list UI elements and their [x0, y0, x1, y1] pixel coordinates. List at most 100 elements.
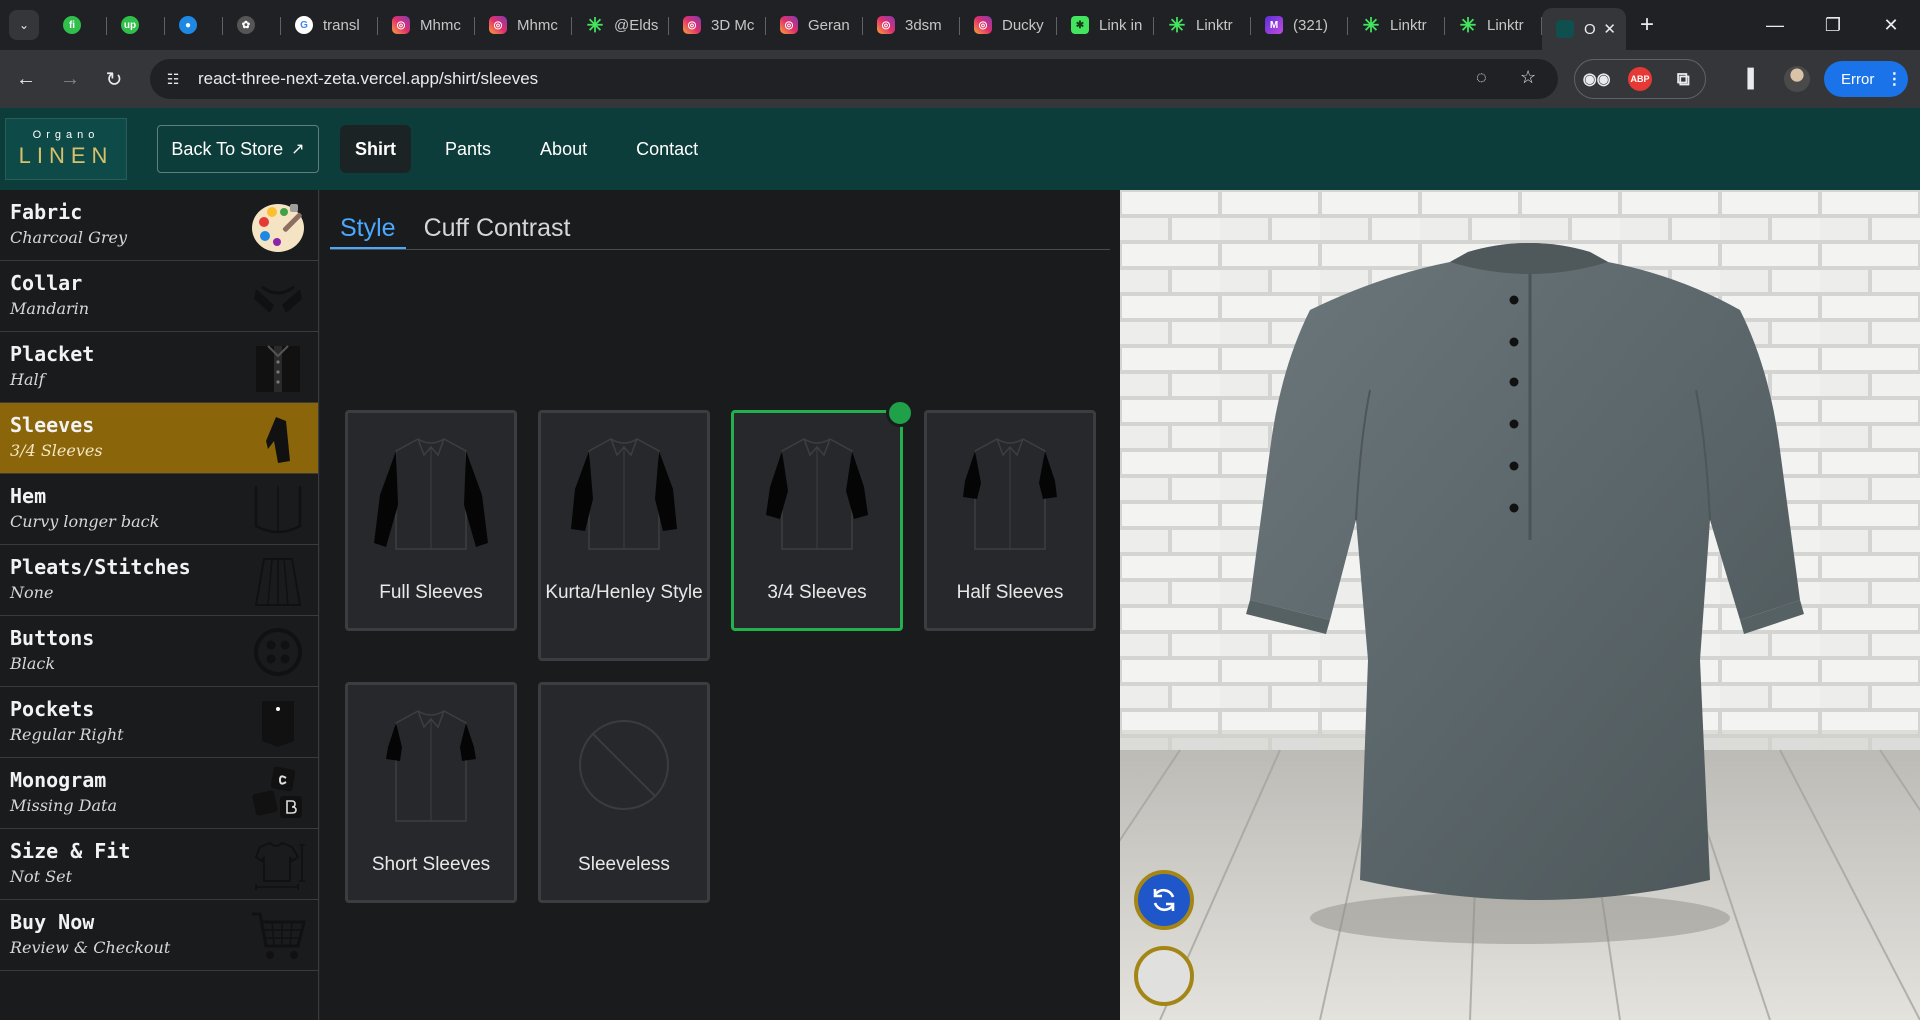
customization-sidebar: Fabric Charcoal Grey Collar Mandarin Pla…: [0, 190, 319, 1020]
bookmark-star-icon[interactable]: ☆: [1520, 67, 1536, 88]
logo-top-text: Organo: [32, 129, 100, 141]
sidebar-item-sleeves[interactable]: Sleeves 3/4 Sleeves: [0, 403, 318, 474]
nav-contact[interactable]: Contact: [621, 125, 713, 173]
back-to-store-button[interactable]: Back To Store ↗: [157, 125, 319, 173]
adblock-extension-icon[interactable]: ABP: [1627, 67, 1652, 91]
reload-icon[interactable]: ↻: [96, 61, 132, 97]
option-short-sleeves[interactable]: Short Sleeves: [345, 682, 517, 903]
browser-tab-active[interactable]: O ✕: [1542, 8, 1626, 50]
new-tab-button[interactable]: +: [1640, 11, 1654, 39]
sidebar-item-buttons[interactable]: Buttons Black: [0, 616, 318, 687]
close-window-button[interactable]: ✕: [1862, 0, 1920, 50]
tab-title: transl: [323, 16, 360, 34]
option-full-sleeves[interactable]: Full Sleeves: [345, 410, 517, 631]
browser-tab[interactable]: ◎ Ducky: [960, 7, 1057, 43]
sidebar-item-collar[interactable]: Collar Mandarin: [0, 261, 318, 332]
browser-tab[interactable]: ◎ 3dsm: [863, 7, 960, 43]
app: Organo LINEN Back To Store ↗ Shirt Pants…: [0, 108, 1920, 1020]
address-bar[interactable]: ☷ react-three-next-zeta.vercel.app/shirt…: [150, 59, 1558, 99]
browser-tab[interactable]: Gtransl: [281, 7, 378, 43]
browser-tab[interactable]: up: [107, 7, 165, 43]
close-tab-icon[interactable]: ✕: [1603, 20, 1616, 38]
option-kurta-henley[interactable]: Kurta/Henley Style: [538, 410, 710, 661]
browser-tab[interactable]: ●: [165, 7, 223, 43]
browser-tab[interactable]: ◎ Mhmc: [378, 7, 475, 43]
tab-style[interactable]: Style: [330, 204, 406, 249]
browser-tab[interactable]: ✳ Linktr: [1348, 7, 1445, 43]
environment-toggle-button[interactable]: [1134, 946, 1194, 1006]
pocket-icon: [250, 695, 306, 751]
browser-tab[interactable]: ◎ Mhmc: [475, 7, 572, 43]
tab-search-button[interactable]: ⌄: [9, 10, 39, 40]
browser-tab[interactable]: ✱ Link in: [1057, 7, 1154, 43]
linktree-icon: ✳: [586, 14, 604, 37]
profile-error-button[interactable]: Error ⋮: [1824, 61, 1908, 97]
option-three-quarter-sleeves[interactable]: 3/4 Sleeves: [731, 399, 914, 631]
selected-indicator-icon: [886, 399, 914, 427]
site-header: Organo LINEN Back To Store ↗ Shirt Pants…: [0, 108, 1920, 190]
eye-off-icon[interactable]: ◌: [1476, 67, 1487, 88]
browser-tab[interactable]: fi: [49, 7, 107, 43]
forward-arrow-icon[interactable]: →: [52, 61, 88, 97]
chatgpt-icon: ✿: [237, 16, 255, 34]
menu-dots-icon: ⋮: [1886, 71, 1903, 88]
browser-tab[interactable]: ✳ Linktr: [1154, 7, 1251, 43]
tab-title: O: [1584, 20, 1596, 38]
browser-tab[interactable]: ✿: [223, 7, 281, 43]
error-label: Error: [1841, 70, 1875, 88]
browser-tab[interactable]: ✳ @Elds: [572, 7, 669, 43]
sidebar-item-pleats[interactable]: Pleats/Stitches None: [0, 545, 318, 616]
instagram-icon: ◎: [877, 16, 895, 34]
logo[interactable]: Organo LINEN: [5, 118, 127, 180]
sidebar-item-monogram[interactable]: Monogram Missing Data: [0, 758, 318, 829]
circle-app-icon: ●: [179, 16, 197, 34]
option-half-sleeves[interactable]: Half Sleeves: [924, 410, 1096, 631]
size-fit-icon: [250, 837, 306, 893]
instagram-icon: ◎: [489, 16, 507, 34]
short-sleeves-icon: [386, 710, 476, 822]
url-text[interactable]: react-three-next-zeta.vercel.app/shirt/s…: [198, 69, 538, 89]
browser-tab[interactable]: M (321): [1251, 7, 1348, 43]
tab-cuff-contrast[interactable]: Cuff Contrast: [414, 204, 581, 249]
tab-title: Linktr: [1390, 16, 1427, 34]
sidebar-item-placket[interactable]: Placket Half: [0, 332, 318, 403]
full-sleeves-icon: [374, 438, 488, 550]
back-arrow-icon[interactable]: ←: [8, 61, 44, 97]
option-sleeveless[interactable]: Sleeveless: [538, 682, 710, 903]
site-info-icon[interactable]: ☷: [160, 66, 186, 92]
browser-tab[interactable]: ◎ 3D Mc: [669, 7, 766, 43]
minimize-button[interactable]: —: [1746, 0, 1804, 50]
half-sleeves-icon: [963, 438, 1057, 550]
side-panel-icon[interactable]: ▐: [1741, 68, 1754, 89]
option-label: Full Sleeves: [379, 582, 483, 603]
glasses-extension-icon[interactable]: ◉◉: [1583, 67, 1611, 91]
sleeves-subtabs: Style Cuff Contrast: [330, 204, 1110, 250]
kurta-sleeves-icon: [571, 438, 677, 550]
option-label: Sleeveless: [578, 854, 670, 875]
instagram-icon: ◎: [683, 16, 701, 34]
placket-icon: [250, 340, 306, 396]
sidebar-item-size-fit[interactable]: Size & Fit Not Set: [0, 829, 318, 900]
shirt-3d-viewer[interactable]: [1120, 190, 1920, 1020]
tab-title: Mhmc: [517, 16, 558, 34]
instagram-icon: ◎: [392, 16, 410, 34]
nav-about[interactable]: About: [525, 125, 602, 173]
three-quarter-sleeves-icon: [766, 438, 868, 550]
browser-tab[interactable]: ◎ Geran: [766, 7, 863, 43]
restore-button[interactable]: ❐: [1804, 0, 1862, 50]
option-label: Short Sleeves: [371, 854, 491, 875]
browser-tab[interactable]: ✳ Linktr: [1445, 7, 1542, 43]
option-label: 3/4 Sleeves: [767, 582, 867, 603]
sidebar-item-buy-now[interactable]: Buy Now Review & Checkout: [0, 900, 318, 971]
sidebar-item-pockets[interactable]: Pockets Regular Right: [0, 687, 318, 758]
browser-toolbar: ← → ↻ ☷ react-three-next-zeta.vercel.app…: [0, 50, 1920, 108]
rotate-button[interactable]: [1134, 870, 1194, 930]
avatar[interactable]: [1784, 66, 1810, 92]
sleeves-options-panel: Style Cuff Contrast Full Sleeves Kurta/H…: [320, 190, 1120, 1020]
sidebar-item-hem[interactable]: Hem Curvy longer back: [0, 474, 318, 545]
upwork-icon: up: [121, 16, 139, 34]
sidebar-item-fabric[interactable]: Fabric Charcoal Grey: [0, 190, 318, 261]
nav-shirt[interactable]: Shirt: [340, 125, 412, 173]
puzzle-extension-icon[interactable]: ⧉: [1671, 67, 1695, 91]
nav-pants[interactable]: Pants: [430, 125, 506, 173]
